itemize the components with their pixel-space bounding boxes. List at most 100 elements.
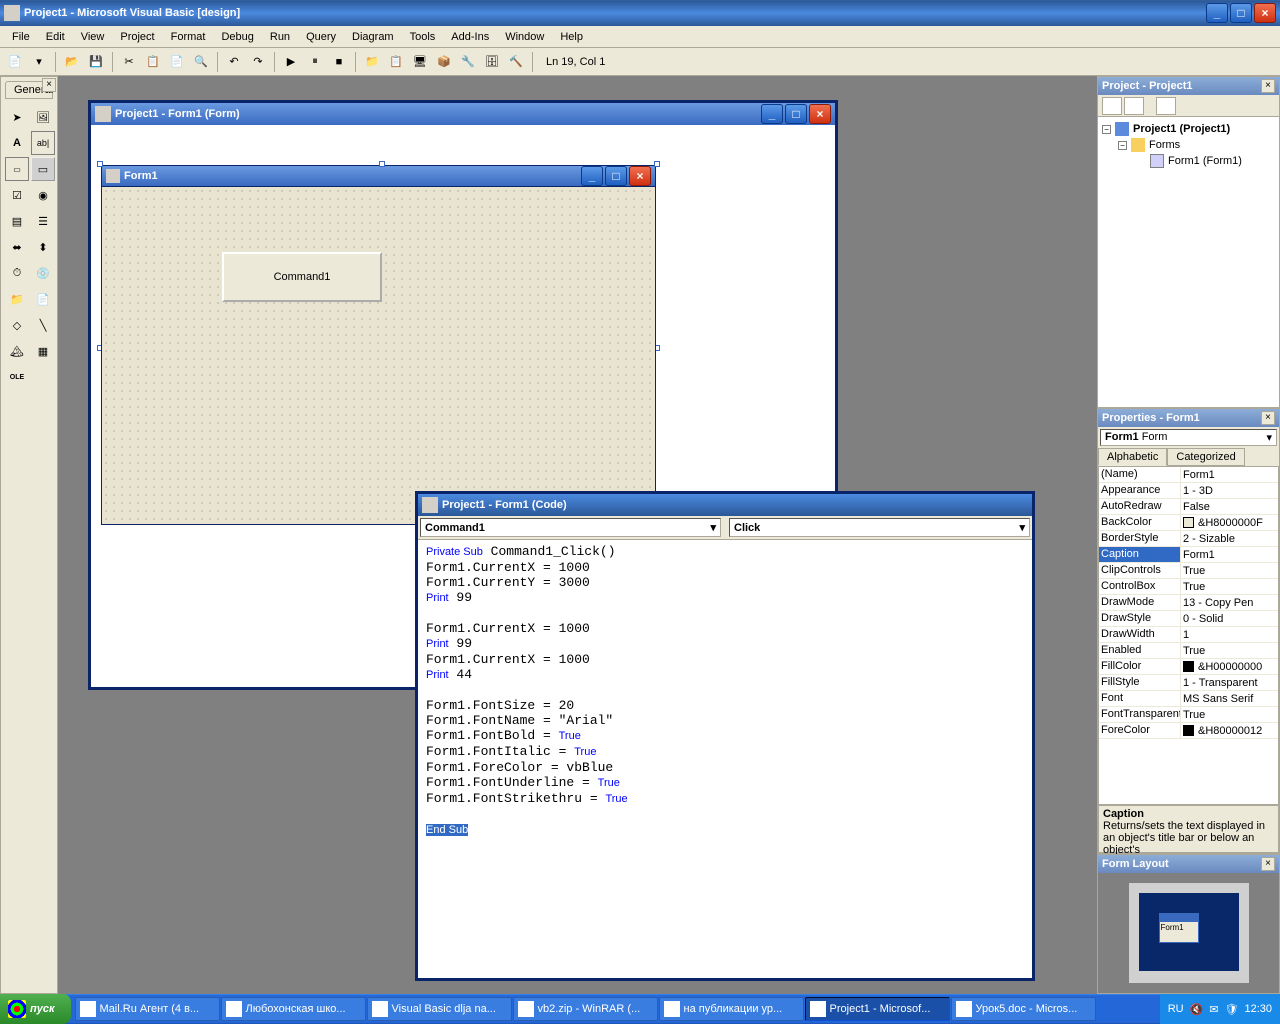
tree-item-form1[interactable]: Form1 (Form1) <box>1168 155 1242 167</box>
cut-button[interactable]: ✂ <box>118 51 140 73</box>
optionbutton-tool[interactable]: ◉ <box>31 183 55 207</box>
textbox-tool[interactable]: ab| <box>31 131 55 155</box>
object-dropdown[interactable]: Form1 Form▾ <box>1100 429 1277 446</box>
open-button[interactable]: 📂 <box>61 51 83 73</box>
property-row[interactable]: EnabledTrue <box>1099 643 1278 659</box>
clock[interactable]: 12:30 <box>1244 1003 1272 1015</box>
frame-tool[interactable]: ▭ <box>5 157 29 181</box>
collapse-icon[interactable]: − <box>1102 125 1111 134</box>
tray-icon[interactable]: 🔇 <box>1190 1003 1204 1016</box>
monitor-preview[interactable]: Form1 <box>1129 883 1249 983</box>
combobox-tool[interactable]: ▤ <box>5 209 29 233</box>
pointer-tool[interactable]: ➤ <box>5 105 29 129</box>
shape-tool[interactable]: ◇ <box>5 313 29 337</box>
save-button[interactable]: 💾 <box>85 51 107 73</box>
data-tool[interactable]: ▦ <box>31 339 55 363</box>
view-code-button[interactable] <box>1102 97 1122 115</box>
dirlistbox-tool[interactable]: 📁 <box>5 287 29 311</box>
object-browser-button[interactable]: 📦 <box>433 51 455 73</box>
run-button[interactable]: ▶ <box>280 51 302 73</box>
project-explorer-button[interactable]: 📁 <box>361 51 383 73</box>
designer-maximize-button[interactable]: □ <box>785 104 807 124</box>
stop-button[interactable]: ■ <box>328 51 350 73</box>
checkbox-tool[interactable]: ☑ <box>5 183 29 207</box>
taskbar-item[interactable]: vb2.zip - WinRAR (... <box>513 997 658 1021</box>
properties-close-button[interactable]: × <box>1261 411 1275 425</box>
label-tool[interactable]: A <box>5 131 29 155</box>
property-row[interactable]: ControlBoxTrue <box>1099 579 1278 595</box>
vcm-button[interactable]: 🔨 <box>505 51 527 73</box>
property-row[interactable]: ForeColor&H80000012 <box>1099 723 1278 739</box>
tree-folder[interactable]: Forms <box>1149 139 1180 151</box>
toolbox-button[interactable]: 🔧 <box>457 51 479 73</box>
property-row[interactable]: DrawWidth1 <box>1099 627 1278 643</box>
ole-tool[interactable]: OLE <box>5 365 29 389</box>
project-close-button[interactable]: × <box>1261 79 1275 93</box>
object-selector[interactable]: Command1▾ <box>420 518 721 537</box>
taskbar-item[interactable]: Любохонская шко... <box>221 997 366 1021</box>
picturebox-tool[interactable]: 🖼 <box>31 105 55 129</box>
property-row[interactable]: DrawMode13 - Copy Pen <box>1099 595 1278 611</box>
toggle-folders-button[interactable] <box>1156 97 1176 115</box>
system-tray[interactable]: RU 🔇 ✉ 🛡 12:30 <box>1160 994 1280 1024</box>
dropdown-icon[interactable]: ▾ <box>28 51 50 73</box>
menu-add-ins[interactable]: Add-Ins <box>443 29 497 45</box>
tab-alphabetic[interactable]: Alphabetic <box>1098 448 1167 466</box>
minimize-button[interactable]: _ <box>1206 3 1228 23</box>
vscrollbar-tool[interactable]: ⬍ <box>31 235 55 259</box>
hscrollbar-tool[interactable]: ⬌ <box>5 235 29 259</box>
tray-icon[interactable]: ✉ <box>1209 1003 1218 1016</box>
timer-tool[interactable]: ⏱ <box>5 261 29 285</box>
undo-button[interactable]: ↶ <box>223 51 245 73</box>
menu-project[interactable]: Project <box>112 29 162 45</box>
copy-button[interactable]: 📋 <box>142 51 164 73</box>
add-project-button[interactable]: 📄 <box>4 51 26 73</box>
property-row[interactable]: BackColor&H8000000F <box>1099 515 1278 531</box>
code-editor[interactable]: Private Sub Command1_Click() Form1.Curre… <box>418 540 1032 842</box>
listbox-tool[interactable]: ☰ <box>31 209 55 233</box>
project-tree[interactable]: −Project1 (Project1) −Forms Form1 (Form1… <box>1098 117 1279 407</box>
tab-categorized[interactable]: Categorized <box>1167 448 1244 466</box>
redo-button[interactable]: ↷ <box>247 51 269 73</box>
mini-form[interactable]: Form1 <box>1159 913 1199 943</box>
properties-button[interactable]: 📋 <box>385 51 407 73</box>
property-row[interactable]: FontTransparentTrue <box>1099 707 1278 723</box>
toolbox-close-button[interactable]: × <box>42 78 56 92</box>
close-button[interactable]: × <box>1254 3 1276 23</box>
menu-format[interactable]: Format <box>163 29 214 45</box>
form-designer[interactable]: Form1 _ □ × Command1 <box>101 165 656 525</box>
commandbutton-tool[interactable]: ▭ <box>31 157 55 181</box>
view-object-button[interactable] <box>1124 97 1144 115</box>
menu-file[interactable]: File <box>4 29 38 45</box>
property-row[interactable]: CaptionForm1 <box>1099 547 1278 563</box>
taskbar-item[interactable]: Project1 - Microsof... <box>805 997 950 1021</box>
data-view-button[interactable]: 🗄 <box>481 51 503 73</box>
form-close-button[interactable]: × <box>629 166 651 186</box>
form-maximize-button[interactable]: □ <box>605 166 627 186</box>
form-minimize-button[interactable]: _ <box>581 166 603 186</box>
pause-button[interactable]: ⏸ <box>304 51 326 73</box>
menu-diagram[interactable]: Diagram <box>344 29 402 45</box>
taskbar-item[interactable]: на публикации ур... <box>659 997 804 1021</box>
drivelistbox-tool[interactable]: 💿 <box>31 261 55 285</box>
command1-button[interactable]: Command1 <box>222 252 382 302</box>
line-tool[interactable]: ╲ <box>31 313 55 337</box>
paste-button[interactable]: 📄 <box>166 51 188 73</box>
designer-close-button[interactable]: × <box>809 104 831 124</box>
tree-root[interactable]: Project1 (Project1) <box>1133 123 1230 135</box>
property-row[interactable]: (Name)Form1 <box>1099 467 1278 483</box>
property-row[interactable]: DrawStyle0 - Solid <box>1099 611 1278 627</box>
property-row[interactable]: FillColor&H00000000 <box>1099 659 1278 675</box>
start-button[interactable]: пуск <box>0 994 71 1024</box>
property-row[interactable]: FontMS Sans Serif <box>1099 691 1278 707</box>
code-window[interactable]: Project1 - Form1 (Code) Command1▾ Click▾… <box>415 491 1035 981</box>
menu-tools[interactable]: Tools <box>402 29 444 45</box>
form-layout-button[interactable]: 🖥 <box>409 51 431 73</box>
language-indicator[interactable]: RU <box>1168 1003 1184 1015</box>
menu-query[interactable]: Query <box>298 29 344 45</box>
menu-debug[interactable]: Debug <box>213 29 261 45</box>
property-row[interactable]: Appearance1 - 3D <box>1099 483 1278 499</box>
filelistbox-tool[interactable]: 📄 <box>31 287 55 311</box>
menu-run[interactable]: Run <box>262 29 298 45</box>
designer-minimize-button[interactable]: _ <box>761 104 783 124</box>
